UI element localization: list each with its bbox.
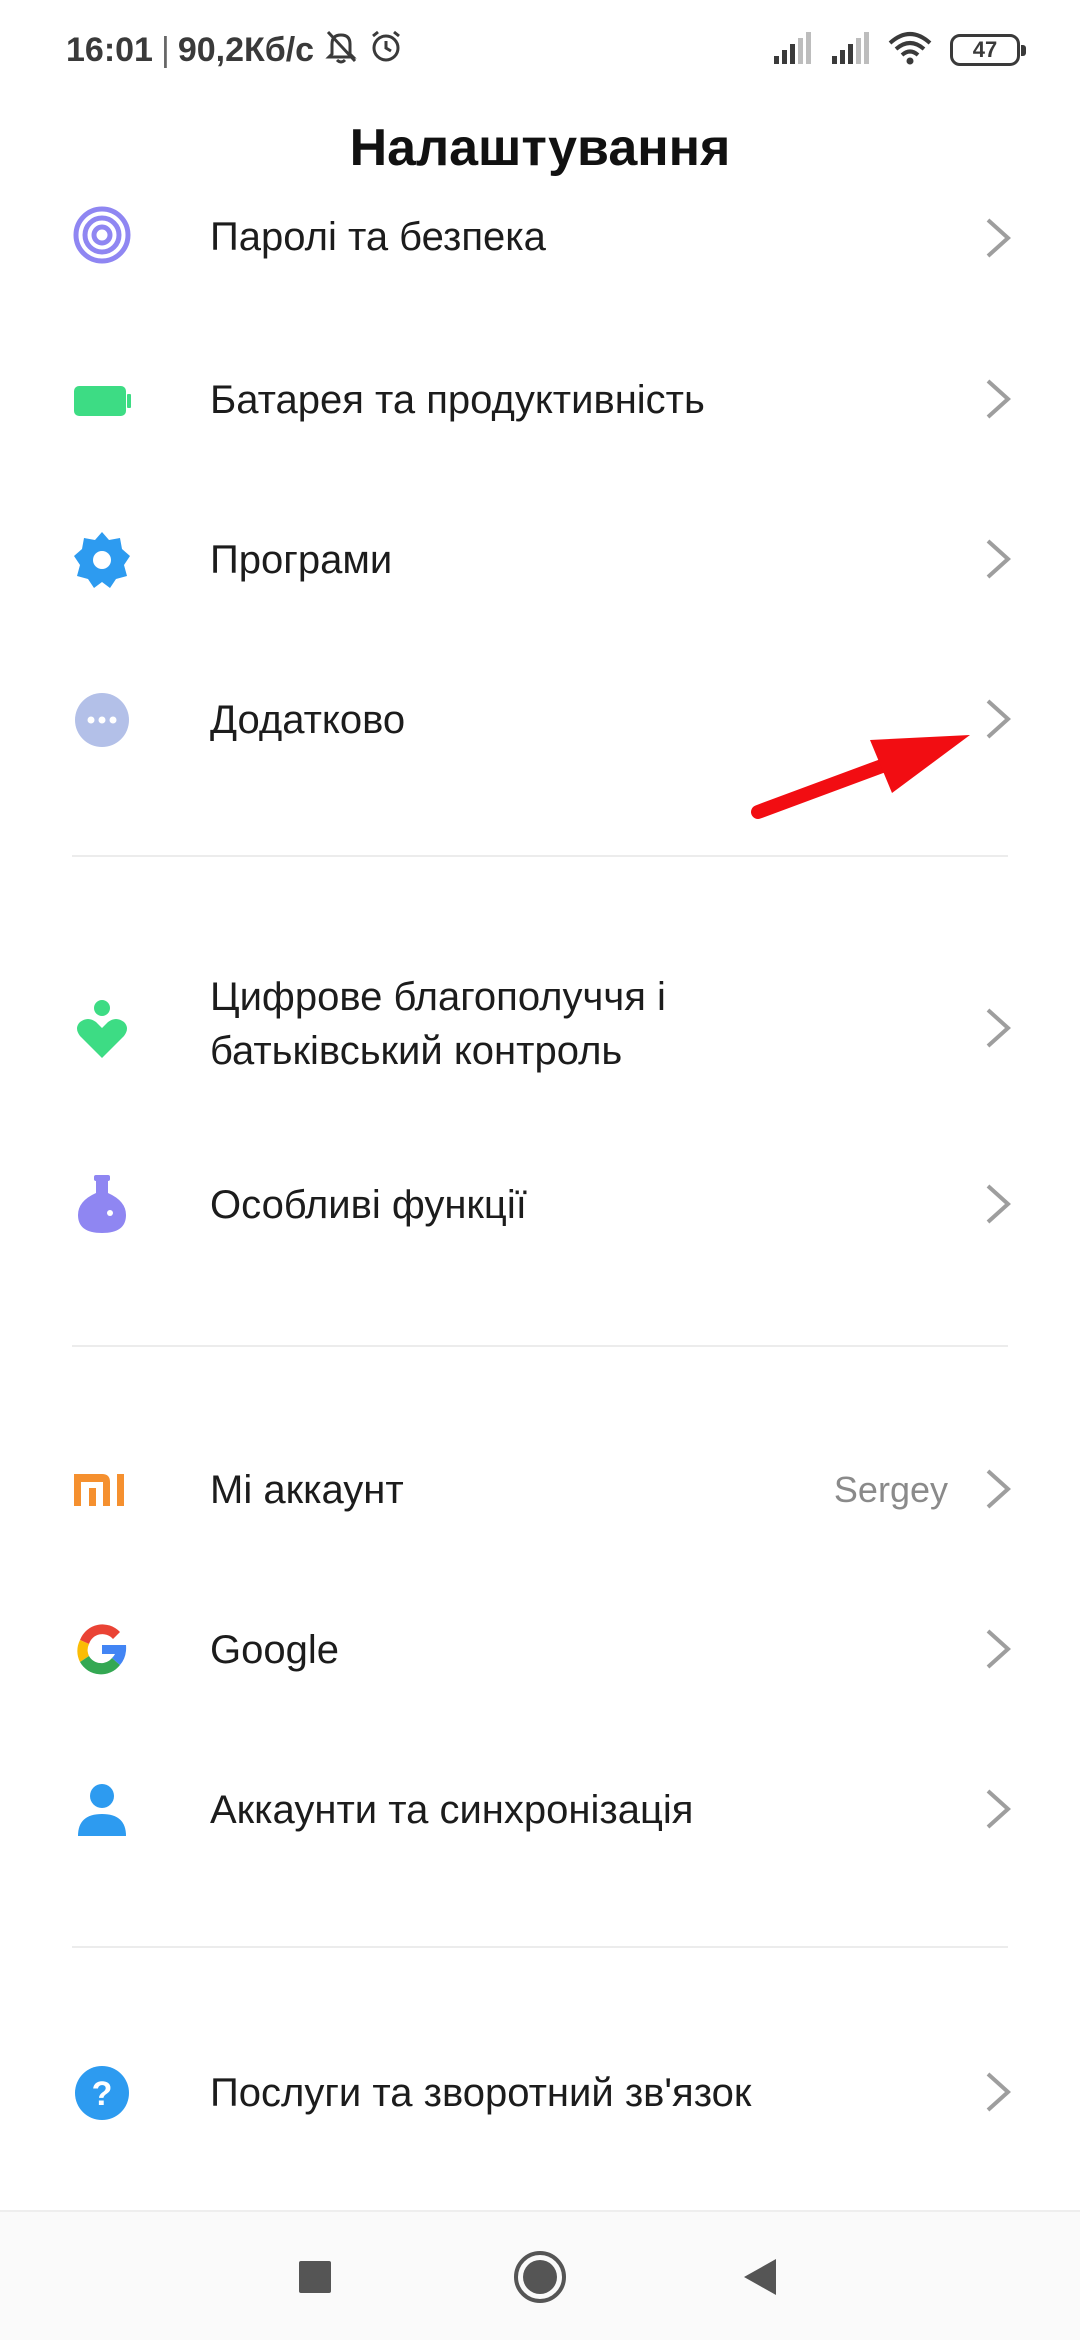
settings-item-apps[interactable]: Програми xyxy=(0,515,1080,605)
signal-icon xyxy=(772,31,812,69)
chevron-right-icon xyxy=(986,539,1011,579)
settings-item-wellbeing[interactable]: Цифрове благополуччя і батьківський конт… xyxy=(0,970,1080,1090)
settings-item-label: Mi аккаунт xyxy=(210,1468,404,1512)
settings-item-passwords[interactable]: Паролі та безпека xyxy=(0,200,1080,280)
chevron-right-icon xyxy=(986,1789,1011,1829)
bell-off-icon xyxy=(324,28,358,73)
google-g-icon xyxy=(72,1620,132,1680)
heart-person-icon xyxy=(72,1000,132,1060)
person-icon xyxy=(72,1780,132,1840)
square-icon xyxy=(299,2261,331,2293)
flask-icon xyxy=(72,1175,132,1235)
chevron-right-icon xyxy=(986,1469,1011,1509)
mi-logo-icon xyxy=(72,1460,132,1520)
chevron-right-icon xyxy=(986,1008,1011,1048)
settings-item-label: Послуги та зворотний зв'язок xyxy=(210,2071,752,2115)
chevron-right-icon xyxy=(986,1629,1011,1669)
settings-item-label: Особливі функції xyxy=(210,1183,527,1227)
settings-item-label: Батарея та продуктивність xyxy=(210,378,705,422)
settings-item-accounts-sync[interactable]: Аккаунти та синхронізація xyxy=(0,1765,1080,1855)
battery-icon xyxy=(72,370,132,430)
mi-account-username: Sergey xyxy=(833,1469,948,1510)
home-button[interactable] xyxy=(480,2212,600,2340)
settings-item-label: Аккаунти та синхронізація xyxy=(210,1788,694,1832)
alarm-icon xyxy=(368,28,404,73)
settings-item-label: Цифрове благополуччя і xyxy=(210,975,666,1019)
status-bar: 16:01 | 90,2Кб/с 47 xyxy=(0,0,1080,100)
status-right: 47 xyxy=(772,28,1026,72)
settings-screen: 16:01 | 90,2Кб/с 47 Налаштування Паролі … xyxy=(0,0,1080,2340)
settings-item-google[interactable]: Google xyxy=(0,1605,1080,1695)
settings-item-label-line2: батьківський контроль xyxy=(210,1029,623,1073)
more-dots-icon xyxy=(72,690,132,750)
settings-list[interactable]: Паролі та безпека Батарея та продуктивні… xyxy=(0,195,1080,2210)
recents-button[interactable] xyxy=(255,2212,375,2340)
status-separator: | xyxy=(160,30,170,69)
svg-text:?: ? xyxy=(92,2075,113,2113)
chevron-right-icon xyxy=(986,379,1011,419)
status-left: 16:01 | 90,2Кб/с xyxy=(66,28,404,72)
gear-icon xyxy=(72,530,132,590)
settings-item-services-feedback[interactable]: ? Послуги та зворотний зв'язок xyxy=(0,2048,1080,2138)
settings-item-label: Програми xyxy=(210,538,393,582)
network-speed: 90,2Кб/с xyxy=(177,30,315,69)
page-title: Налаштування xyxy=(349,119,731,177)
chevron-right-icon xyxy=(986,1184,1011,1224)
divider xyxy=(72,1946,1008,1948)
battery-indicator: 47 xyxy=(950,34,1026,66)
settings-item-battery[interactable]: Батарея та продуктивність xyxy=(0,355,1080,445)
chevron-right-icon xyxy=(986,2072,1011,2112)
settings-item-label: Google xyxy=(210,1628,339,1672)
wifi-icon xyxy=(888,31,932,70)
settings-item-label: Додатково xyxy=(210,698,406,742)
status-time: 16:01 xyxy=(66,30,153,69)
divider xyxy=(72,855,1008,857)
fingerprint-icon xyxy=(72,205,132,265)
divider xyxy=(72,1345,1008,1347)
triangle-back-icon xyxy=(744,2259,776,2295)
chevron-right-icon xyxy=(986,699,1011,739)
settings-item-additional[interactable]: Додатково xyxy=(0,675,1080,765)
help-question-icon: ? xyxy=(72,2063,132,2123)
chevron-right-icon xyxy=(986,218,1011,258)
back-button[interactable] xyxy=(700,2212,820,2340)
signal-icon-2 xyxy=(830,31,870,69)
settings-item-special-features[interactable]: Особливі функції xyxy=(0,1160,1080,1250)
battery-level: 47 xyxy=(972,37,998,62)
settings-item-mi-account[interactable]: Mi аккаунт Sergey xyxy=(0,1445,1080,1535)
navigation-bar xyxy=(0,2210,1080,2340)
circle-home-icon xyxy=(514,2251,566,2303)
settings-item-label: Паролі та безпека xyxy=(210,215,546,259)
